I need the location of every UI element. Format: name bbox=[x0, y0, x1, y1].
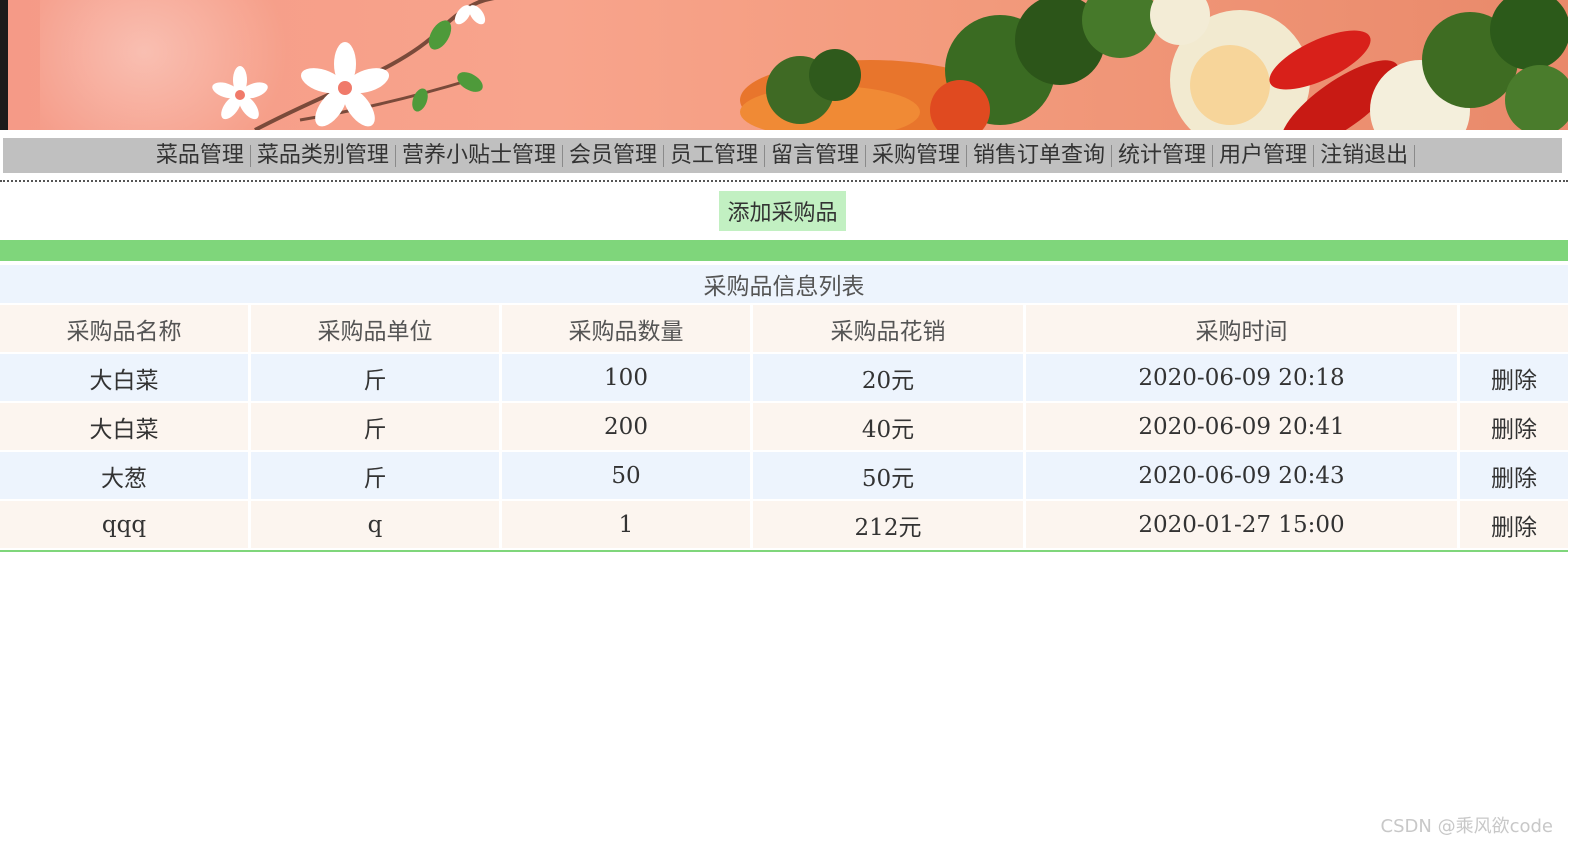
delete-link[interactable]: 删除 bbox=[1491, 466, 1537, 492]
cell-cost: 50元 bbox=[750, 452, 1023, 499]
cell-quantity: 1 bbox=[499, 501, 750, 548]
table-row: 大白菜 斤 200 40元 2020-06-09 20:41 删除 bbox=[0, 403, 1569, 450]
cell-unit: 斤 bbox=[248, 452, 499, 499]
main-nav: 菜品管理 菜品类别管理 营养小贴士管理 会员管理 员工管理 留言管理 采购管理 … bbox=[3, 138, 1562, 173]
cell-quantity: 100 bbox=[499, 354, 750, 401]
cell-name: qqq bbox=[0, 501, 248, 548]
nav-item-users[interactable]: 用户管理 bbox=[1213, 144, 1315, 167]
nav-item-sales-orders[interactable]: 销售订单查询 bbox=[967, 144, 1113, 167]
cell-cost: 40元 bbox=[750, 403, 1023, 450]
cell-time: 2020-06-09 20:18 bbox=[1023, 354, 1457, 401]
watermark: CSDN @乘风欲code bbox=[1380, 816, 1553, 837]
cell-name: 大白菜 bbox=[0, 354, 248, 401]
table-header-row: 采购品名称 采购品单位 采购品数量 采购品花销 采购时间 bbox=[0, 305, 1569, 352]
section-band bbox=[0, 240, 1568, 261]
table-caption-row: 采购品信息列表 bbox=[0, 265, 1569, 303]
cell-time: 2020-06-09 20:43 bbox=[1023, 452, 1457, 499]
add-purchase-item-button[interactable]: 添加采购品 bbox=[719, 191, 846, 231]
table-row: 大白菜 斤 100 20元 2020-06-09 20:18 删除 bbox=[0, 354, 1569, 401]
nav-item-messages[interactable]: 留言管理 bbox=[765, 144, 866, 167]
nav-divider bbox=[0, 180, 1568, 182]
page: 菜品管理 菜品类别管理 营养小贴士管理 会员管理 员工管理 留言管理 采购管理 … bbox=[0, 0, 1591, 854]
delete-link[interactable]: 删除 bbox=[1491, 368, 1537, 394]
cell-unit: q bbox=[248, 501, 499, 548]
vegetables-image bbox=[740, 0, 1568, 130]
banner-artwork bbox=[212, 0, 1568, 130]
cell-action: 删除 bbox=[1457, 501, 1569, 548]
cell-time: 2020-01-27 15:00 bbox=[1023, 501, 1457, 548]
table-row: 大葱 斤 50 50元 2020-06-09 20:43 删除 bbox=[0, 452, 1569, 499]
cell-unit: 斤 bbox=[248, 354, 499, 401]
column-header-quantity: 采购品数量 bbox=[499, 305, 750, 352]
nav-item-members[interactable]: 会员管理 bbox=[563, 144, 664, 167]
cell-action: 删除 bbox=[1457, 452, 1569, 499]
nav-item-nutrition-tips[interactable]: 营养小贴士管理 bbox=[396, 144, 563, 167]
purchase-table: 采购品信息列表 采购品名称 采购品单位 采购品数量 采购品花销 采购时间 大白菜… bbox=[0, 263, 1569, 550]
cell-cost: 20元 bbox=[750, 354, 1023, 401]
nav-item-logout[interactable]: 注销退出 bbox=[1314, 144, 1416, 167]
cell-quantity: 200 bbox=[499, 403, 750, 450]
column-header-unit: 采购品单位 bbox=[248, 305, 499, 352]
table-row: qqq q 1 212元 2020-01-27 15:00 删除 bbox=[0, 501, 1569, 548]
cell-cost: 212元 bbox=[750, 501, 1023, 548]
column-header-cost: 采购品花销 bbox=[750, 305, 1023, 352]
nav-item-statistics[interactable]: 统计管理 bbox=[1112, 144, 1214, 167]
column-header-action bbox=[1457, 305, 1569, 352]
purchase-table-container: 采购品信息列表 采购品名称 采购品单位 采购品数量 采购品花销 采购时间 大白菜… bbox=[0, 263, 1569, 550]
cell-action: 删除 bbox=[1457, 354, 1569, 401]
cell-name: 大葱 bbox=[0, 452, 248, 499]
cell-name: 大白菜 bbox=[0, 403, 248, 450]
cell-quantity: 50 bbox=[499, 452, 750, 499]
cell-unit: 斤 bbox=[248, 403, 499, 450]
table-bottom-rule bbox=[0, 550, 1568, 552]
nav-item-staff[interactable]: 员工管理 bbox=[664, 144, 765, 167]
white-flower-icon bbox=[212, 66, 268, 120]
header-banner bbox=[0, 0, 1568, 130]
cell-time: 2020-06-09 20:41 bbox=[1023, 403, 1457, 450]
nav-item-purchasing[interactable]: 采购管理 bbox=[866, 144, 968, 167]
delete-link[interactable]: 删除 bbox=[1491, 417, 1537, 443]
delete-link[interactable]: 删除 bbox=[1491, 515, 1537, 541]
column-header-name: 采购品名称 bbox=[0, 305, 248, 352]
cell-action: 删除 bbox=[1457, 403, 1569, 450]
table-caption: 采购品信息列表 bbox=[0, 265, 1569, 303]
nav-item-dish-categories[interactable]: 菜品类别管理 bbox=[251, 144, 396, 167]
nav-item-dishes[interactable]: 菜品管理 bbox=[150, 144, 251, 167]
column-header-time: 采购时间 bbox=[1023, 305, 1457, 352]
